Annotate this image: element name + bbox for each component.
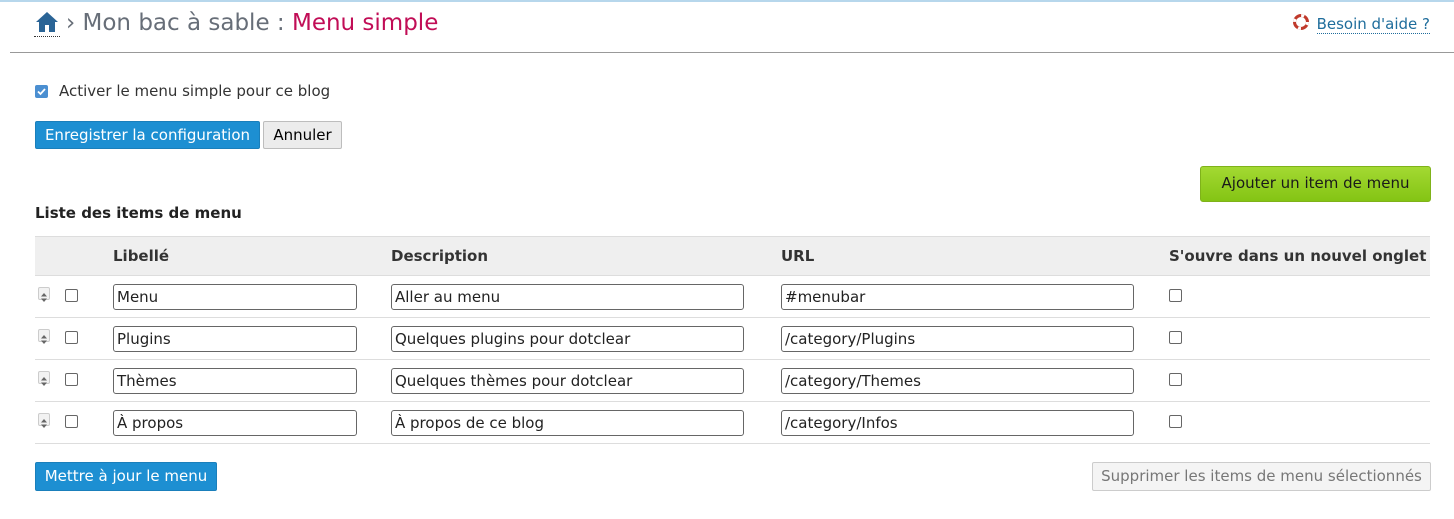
lifebuoy-icon [1292, 14, 1309, 34]
col-url: URL [781, 247, 815, 265]
update-menu-button[interactable]: Mettre à jour le menu [35, 462, 217, 491]
select-checkbox[interactable] [65, 331, 78, 344]
label-field[interactable]: Thèmes [113, 367, 357, 394]
description-field[interactable]: À propos de ce blog [391, 409, 744, 436]
help-link[interactable]: Besoin d'aide ? [1292, 14, 1430, 34]
url-field[interactable]: #menubar [781, 283, 1134, 310]
select-checkbox[interactable] [65, 289, 78, 302]
col-new-tab: S'ouvre dans un nouvel onglet [1169, 247, 1427, 265]
new-tab-checkbox[interactable] [1169, 289, 1182, 302]
save-config-button[interactable]: Enregistrer la configuration [35, 121, 260, 149]
page-header: › Mon bac à sable : Menu simple Besoin d… [10, 2, 1454, 53]
label-field[interactable]: Menu [113, 283, 357, 310]
drag-handle-icon[interactable] [38, 370, 50, 386]
col-label: Libellé [113, 247, 170, 265]
description-field[interactable]: Quelques thèmes pour dotclear [391, 367, 744, 394]
description-field[interactable]: Quelques plugins pour dotclear [391, 325, 744, 352]
page-title: Menu simple [291, 10, 439, 36]
list-title: Liste des items de menu [35, 204, 242, 222]
label-field[interactable]: À propos [113, 409, 357, 436]
label-field[interactable]: Plugins [113, 325, 357, 352]
add-menu-item-button[interactable]: Ajouter un item de menu [1200, 166, 1431, 202]
table-row: À propos À propos de ce blog /category/I… [35, 402, 1430, 444]
select-checkbox[interactable] [65, 373, 78, 386]
new-tab-checkbox[interactable] [1169, 331, 1182, 344]
cancel-button[interactable]: Annuler [263, 121, 342, 149]
activate-row: Activer le menu simple pour ce blog [35, 82, 330, 100]
menu-items-table: Libellé Description URL S'ouvre dans un … [35, 236, 1430, 444]
url-field[interactable]: /category/Themes [781, 367, 1134, 394]
breadcrumb-separator: › [66, 10, 76, 36]
drag-handle-icon[interactable] [38, 286, 50, 302]
new-tab-checkbox[interactable] [1169, 373, 1182, 386]
breadcrumb-blog: Mon bac à sable : [82, 10, 285, 36]
select-checkbox[interactable] [65, 415, 78, 428]
drag-handle-icon[interactable] [38, 328, 50, 344]
activate-checkbox[interactable] [35, 84, 48, 98]
activate-label: Activer le menu simple pour ce blog [59, 82, 331, 100]
table-row: Plugins Quelques plugins pour dotclear /… [35, 318, 1430, 360]
drag-handle-icon[interactable] [38, 412, 50, 428]
home-icon[interactable] [34, 10, 60, 37]
description-field[interactable]: Aller au menu [391, 283, 744, 310]
table-row: Thèmes Quelques thèmes pour dotclear /ca… [35, 360, 1430, 402]
url-field[interactable]: /category/Plugins [781, 325, 1134, 352]
delete-selected-button[interactable]: Supprimer les items de menu sélectionnés [1092, 462, 1431, 491]
url-field[interactable]: /category/Infos [781, 409, 1134, 436]
breadcrumb: › Mon bac à sable : Menu simple [66, 10, 438, 36]
table-header: Libellé Description URL S'ouvre dans un … [35, 236, 1430, 276]
table-row: Menu Aller au menu #menubar [35, 276, 1430, 318]
col-description: Description [391, 247, 489, 265]
help-label: Besoin d'aide ? [1316, 14, 1430, 34]
new-tab-checkbox[interactable] [1169, 415, 1182, 428]
